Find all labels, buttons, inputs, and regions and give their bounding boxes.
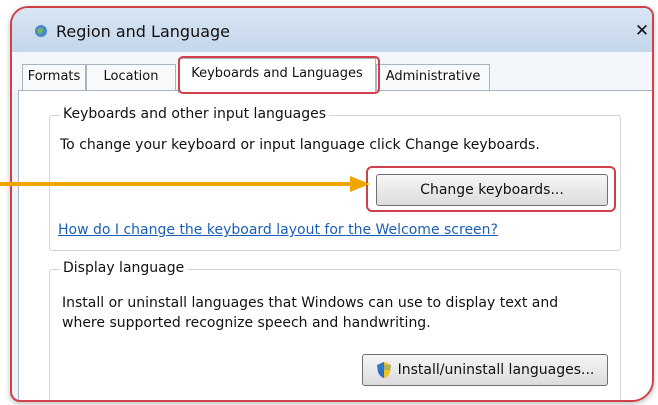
title-bar: Region and Language ✕	[12, 8, 652, 52]
keyboards-group-legend: Keyboards and other input languages	[60, 106, 330, 122]
tab-location[interactable]: Location	[86, 64, 176, 91]
display-group-legend: Display language	[60, 260, 188, 276]
install-uninstall-languages-button[interactable]: Install/uninstall languages...	[362, 354, 608, 386]
globe-icon	[35, 25, 47, 37]
display-description-line1: Install or uninstall languages that Wind…	[62, 295, 559, 311]
window-title: Region and Language	[56, 22, 231, 41]
tab-formats[interactable]: Formats	[22, 64, 86, 91]
orange-pointer-arrow	[0, 176, 370, 192]
display-language-group: Display language Install or uninstall la…	[49, 260, 621, 400]
install-button-label: Install/uninstall languages...	[397, 362, 595, 378]
change-keyboards-button[interactable]: Change keyboards...	[376, 174, 608, 206]
uac-shield-icon	[376, 362, 391, 378]
welcome-screen-help-link[interactable]: How do I change the keyboard layout for …	[58, 222, 498, 238]
dialog-window: Region and Language ✕ Formats Location K…	[10, 6, 654, 402]
tab-strip: Formats Location Keyboards and Languages…	[12, 52, 652, 93]
tab-panel: Keyboards and other input languages To c…	[18, 90, 652, 400]
display-description-line2: where supported recognize speech and han…	[62, 315, 431, 331]
tab-keyboards-and-languages[interactable]: Keyboards and Languages	[178, 58, 376, 93]
tab-administrative[interactable]: Administrative	[376, 64, 490, 91]
keyboards-description: To change your keyboard or input languag…	[60, 137, 540, 153]
close-button[interactable]: ✕	[634, 22, 650, 40]
